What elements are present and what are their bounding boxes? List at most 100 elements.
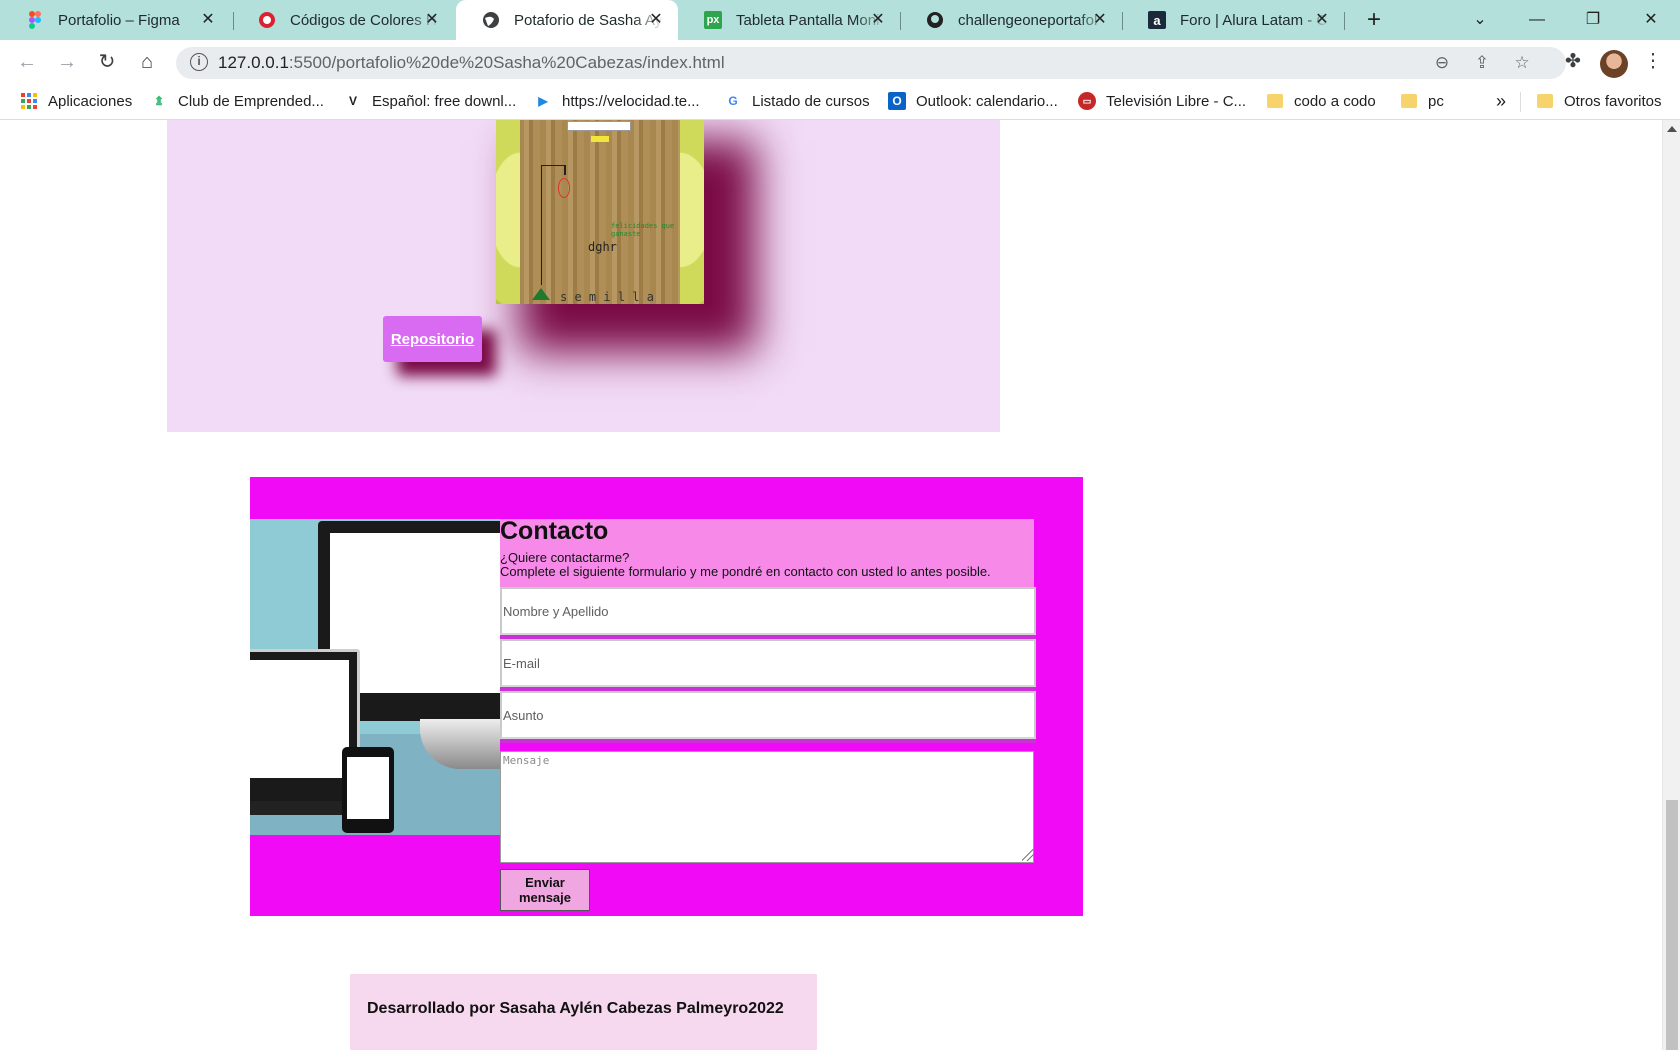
footer: Desarrollado por Sasaha Aylén Cabezas Pa… [350, 974, 817, 1050]
close-icon[interactable]: ✕ [868, 10, 888, 30]
repository-button[interactable]: Repositorio [383, 316, 482, 362]
tab-divider [1344, 12, 1345, 30]
close-icon[interactable]: ✕ [198, 10, 218, 30]
bookmark-velocidad[interactable]: ▶ https://velocidad.te... [534, 90, 699, 112]
bookmark-label: codo a codo [1294, 92, 1376, 110]
tv-icon: ▭ [1078, 92, 1096, 110]
tab-search-chevron-icon[interactable]: ⌄ [1465, 8, 1495, 32]
field-divider [500, 739, 1036, 743]
tab-portfolio-active[interactable]: Potaforio de Sasha Ay ✕ [456, 0, 678, 40]
new-tab-plus-icon[interactable]: + [1360, 6, 1388, 34]
bookmark-apps[interactable]: Aplicaciones [20, 90, 132, 112]
page-viewport: felicidades que ganaste dghr s e m i l l… [0, 120, 1680, 1050]
close-icon[interactable]: ✕ [422, 10, 442, 30]
profile-avatar[interactable] [1600, 50, 1628, 78]
bookmarks-bar: Aplicaciones ⇭ Club de Emprended... V Es… [0, 82, 1680, 120]
back-arrow-icon[interactable]: ← [14, 49, 40, 75]
share-icon[interactable]: ⇪ [1470, 51, 1494, 75]
google-icon: G [728, 94, 738, 108]
site-info-icon[interactable]: i [190, 53, 208, 71]
hangman-head [558, 178, 570, 198]
tab-github[interactable]: challengeoneportafol ✕ [900, 0, 1122, 40]
bookmark-espanol[interactable]: V Español: free downl... [344, 90, 516, 112]
scrollbar-thumb[interactable] [1666, 800, 1678, 1050]
contact-subtitle: ¿Quiere contactarme? [500, 550, 630, 565]
bookmark-label: Listado de cursos [752, 92, 870, 110]
bookmark-outlook[interactable]: O Outlook: calendario... [888, 90, 1058, 112]
tab-pixabay[interactable]: px Tableta Pantalla Moni ✕ [678, 0, 900, 40]
devices-illustration [250, 519, 500, 835]
minimize-icon[interactable]: — [1522, 8, 1552, 32]
bookmark-otros-favoritos[interactable]: Otros favoritos [1536, 90, 1662, 112]
address-bar[interactable]: i 127.0.0.1:5500/portafolio%20de%20Sasha… [176, 47, 1566, 79]
home-icon[interactable]: ⌂ [134, 49, 160, 75]
alura-icon: a [1148, 11, 1166, 29]
contact-header: Contacto ¿Quiere contactarme? Complete e… [500, 517, 1034, 587]
pixabay-icon: px [704, 11, 722, 29]
bookmarks-divider [1520, 92, 1521, 112]
color-codes-icon [258, 11, 276, 29]
contact-title: Contacto [500, 517, 609, 545]
resize-grip-icon[interactable] [1022, 849, 1034, 861]
folder-icon [1536, 92, 1554, 110]
vertical-scrollbar[interactable] [1662, 120, 1680, 1050]
thumb-word: dghr [588, 240, 617, 254]
tab-title: Portafolio – Figma [58, 11, 180, 29]
close-icon[interactable]: ✕ [646, 10, 666, 30]
scroll-up-arrow-icon[interactable] [1667, 126, 1677, 132]
restore-icon[interactable]: ❐ [1578, 8, 1608, 32]
bookmark-label: Aplicaciones [48, 92, 133, 110]
zoom-out-icon[interactable]: ⊖ [1430, 51, 1454, 75]
contact-section: Contacto ¿Quiere contactarme? Complete e… [250, 477, 1083, 916]
apps-grid-icon [20, 92, 38, 110]
bookmark-star-icon[interactable]: ☆ [1510, 51, 1534, 75]
speedtest-icon: ▶ [538, 94, 548, 108]
lime-decoration [496, 120, 520, 304]
tab-title: Potaforio de Sasha Ay [514, 11, 663, 29]
forward-arrow-icon[interactable]: → [54, 49, 80, 75]
reload-icon[interactable]: ↻ [94, 49, 120, 75]
folder-icon [1400, 92, 1418, 110]
thumb-input [567, 121, 631, 131]
bookmark-club[interactable]: ⇭ Club de Emprended... [150, 90, 324, 112]
tab-title: Códigos de Colores H [290, 11, 437, 29]
message-textarea[interactable] [500, 751, 1034, 863]
bookmark-label: Televisión Libre - C... [1106, 92, 1247, 110]
tab-color-codes[interactable]: Códigos de Colores H ✕ [232, 0, 454, 40]
monitor-stand-graphic [420, 719, 500, 769]
tab-title: Tableta Pantalla Moni [736, 11, 880, 29]
tab-strip: Portafolio – Figma ✕ Códigos de Colores … [0, 0, 1680, 40]
tab-alura[interactable]: a Foro | Alura Latam - C ✕ [1122, 0, 1344, 40]
email-input[interactable] [500, 639, 1036, 687]
bookmark-codo-a-codo[interactable]: codo a codo [1266, 90, 1376, 112]
lime-decoration [680, 120, 704, 304]
project-section: felicidades que ganaste dghr s e m i l l… [167, 120, 1000, 432]
window-close-icon[interactable]: ✕ [1636, 8, 1666, 32]
close-icon[interactable]: ✕ [1090, 10, 1110, 30]
browser-toolbar: ← → ↻ ⌂ i 127.0.0.1:5500/portafolio%20de… [0, 40, 1680, 82]
more-menu-icon[interactable]: ⋮ [1640, 49, 1666, 75]
tab-figma[interactable]: Portafolio – Figma ✕ [0, 0, 230, 40]
tab-title: challengeoneportafol [958, 11, 1098, 29]
bookmark-label: Outlook: calendario... [916, 92, 1058, 110]
bookmark-label: pc [1428, 92, 1444, 110]
subject-input[interactable] [500, 691, 1036, 739]
bookmark-television[interactable]: ▭ Televisión Libre - C... [1078, 90, 1246, 112]
bookmark-cursos[interactable]: G Listado de cursos [724, 90, 870, 112]
globe-icon [482, 11, 500, 29]
footer-credit: Desarrollado por Sasaha Aylén Cabezas Pa… [367, 1000, 784, 1017]
laptop-base-graphic [250, 801, 350, 815]
thumb-triangle [532, 288, 550, 300]
club-icon: ⇭ [153, 94, 165, 108]
close-icon[interactable]: ✕ [1312, 10, 1332, 30]
send-message-button[interactable]: Enviar mensaje [500, 869, 590, 911]
url-text[interactable]: 127.0.0.1:5500/portafolio%20de%20Sasha%2… [218, 53, 725, 73]
bookmarks-overflow-chevron-icon[interactable]: » [1496, 90, 1506, 112]
thumb-button [591, 136, 609, 142]
bookmark-label: Club de Emprended... [178, 92, 324, 110]
tab-title: Foro | Alura Latam - C [1180, 11, 1328, 29]
bookmark-pc[interactable]: pc [1400, 90, 1444, 112]
github-icon [926, 11, 944, 29]
name-input[interactable] [500, 587, 1036, 635]
extensions-puzzle-icon[interactable]: ✤ [1560, 49, 1586, 75]
